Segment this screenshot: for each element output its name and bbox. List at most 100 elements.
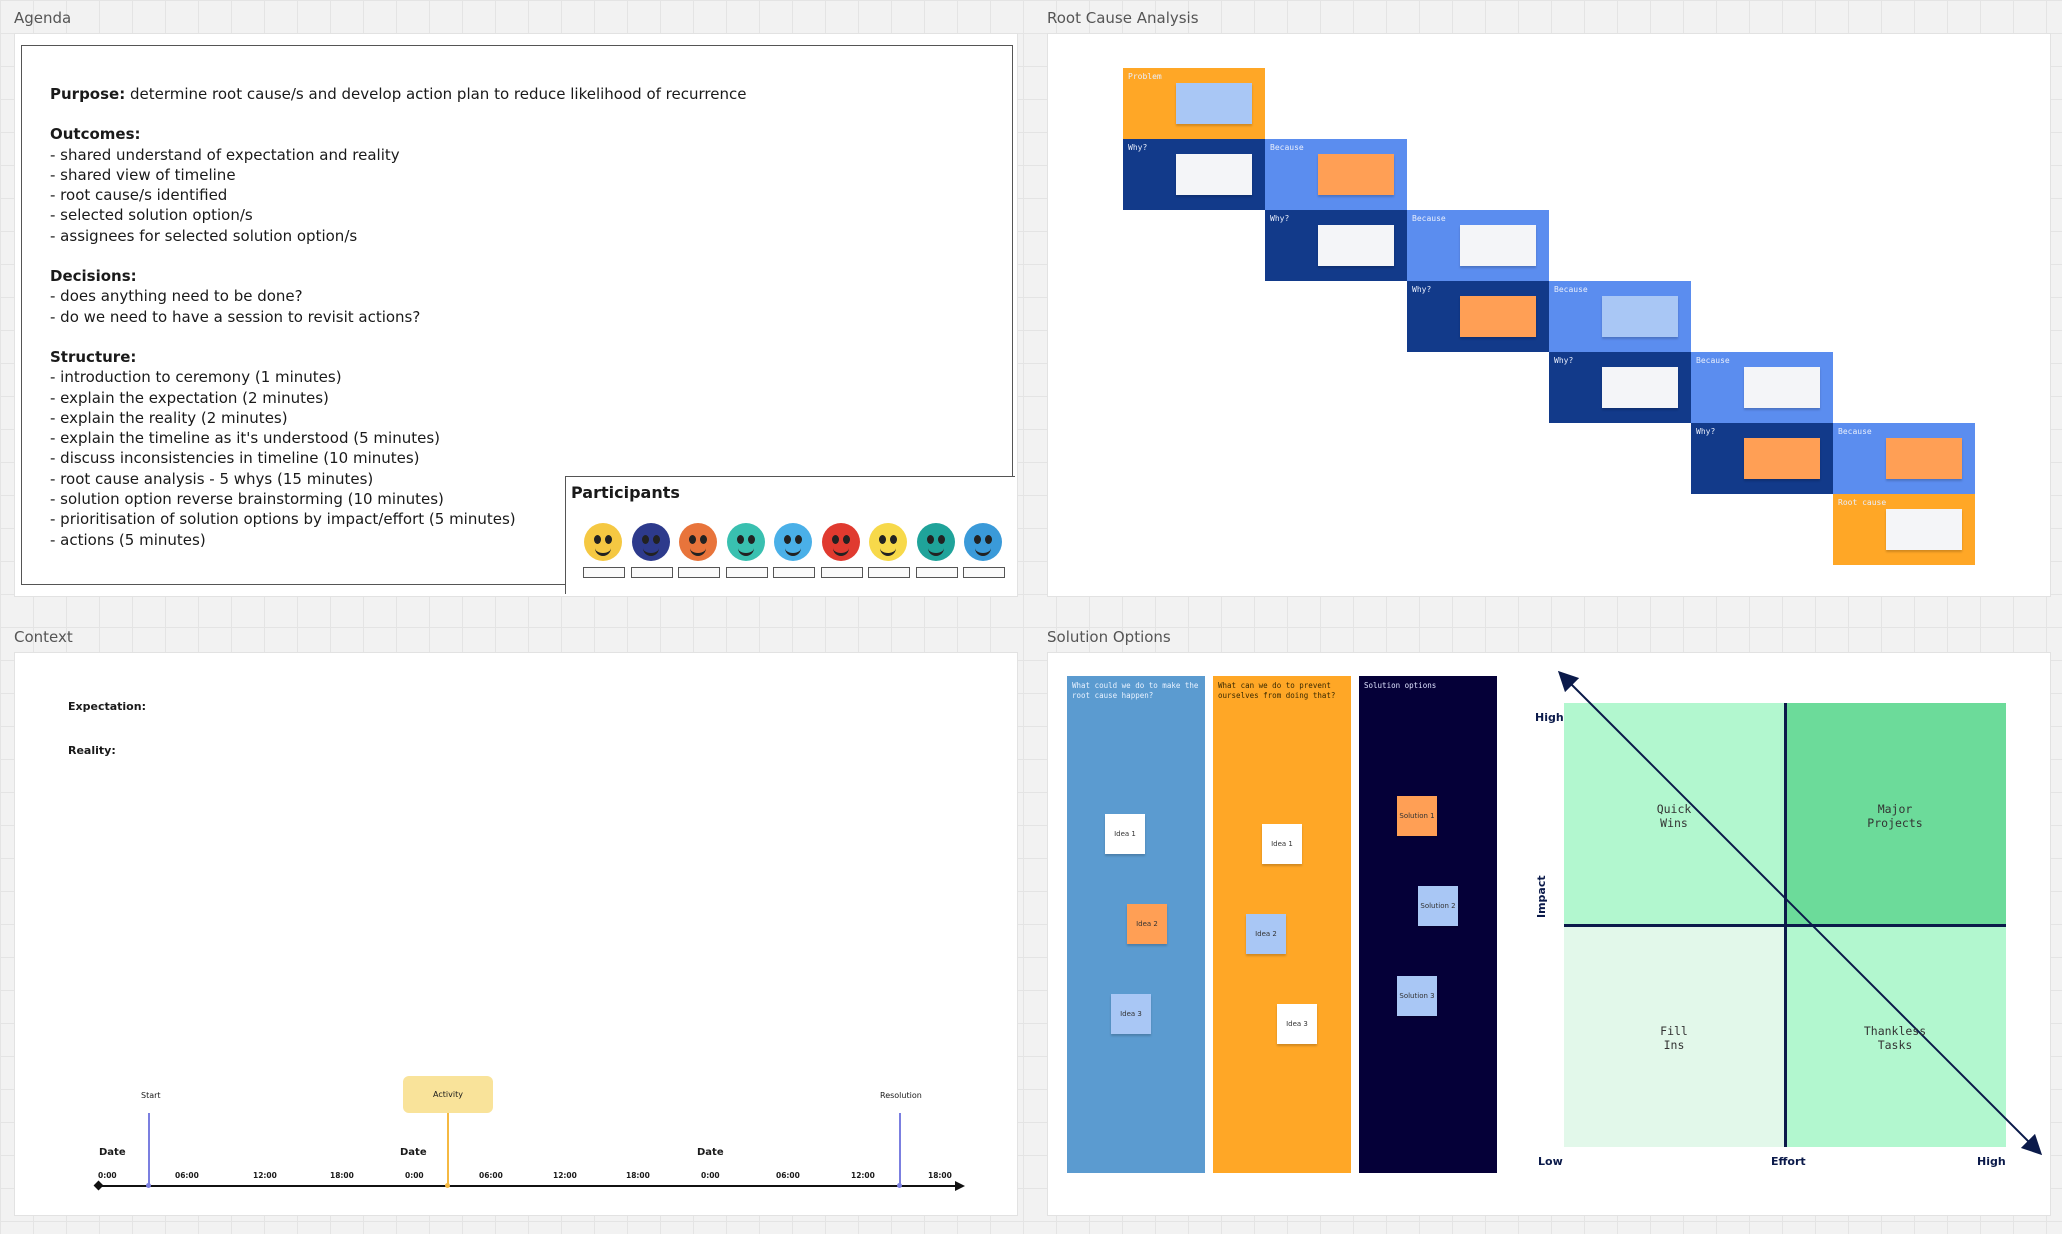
frame-title-solutions[interactable]: Solution Options [1047,628,1171,646]
sticky-note[interactable] [1602,296,1678,337]
because-cell[interactable]: Because [1265,139,1407,210]
sticky-note[interactable] [1886,509,1962,550]
participant-name-slot[interactable] [678,567,720,578]
frame-title-context[interactable]: Context [14,628,73,646]
idea-note[interactable]: Idea 2 [1127,904,1167,944]
why-cell[interactable]: Why? [1549,352,1691,423]
cell-label: Why? [1412,285,1432,294]
participant-name-slot[interactable] [963,567,1005,578]
participant-name-slot[interactable] [630,567,673,578]
frame-title-agenda[interactable]: Agenda [14,9,71,27]
column-prevent[interactable]: What can we do to prevent ourselves from… [1213,676,1351,1173]
why-cell[interactable]: Why? [1123,139,1265,210]
expectation-label[interactable]: Expectation: [68,700,146,713]
avatar-mouth [642,548,659,556]
why-cell[interactable]: Why? [1265,210,1407,281]
participant-avatar[interactable] [964,523,1002,561]
agenda-frame[interactable]: Purpose: determine root cause/s and deve… [14,33,1018,597]
idea-note[interactable]: Idea 1 [1105,814,1145,854]
sticky-note[interactable] [1176,154,1252,195]
solution-note[interactable]: Solution 3 [1397,976,1437,1016]
timeline-time-label[interactable]: 12:00 [253,1171,277,1180]
thankless-tasks-label[interactable]: Thankless Tasks [1850,1024,1940,1052]
impact-axis-label[interactable]: Impact [1535,875,1548,918]
participants-panel[interactable]: Participants [565,476,1015,594]
context-frame[interactable]: Expectation: Reality: Start Activity Res… [14,652,1018,1216]
timeline-time-label[interactable]: 12:00 [553,1171,577,1180]
participant-avatar[interactable] [726,523,765,561]
sticky-note[interactable] [1460,225,1536,266]
date-label-2[interactable]: Date [400,1147,427,1158]
root-cause-cell[interactable]: Root cause [1833,494,1975,565]
why-cell[interactable]: Why? [1691,423,1833,494]
participant-name-slot[interactable] [773,567,815,578]
because-cell[interactable]: Because [1549,281,1691,352]
timeline-time-label[interactable]: 06:00 [776,1171,800,1180]
sticky-note[interactable] [1176,83,1252,124]
participant-name-slot[interactable] [583,567,625,578]
participant-name-slot[interactable] [820,567,863,578]
sticky-note[interactable] [1744,367,1820,408]
structure-label: Structure: [50,347,137,366]
sticky-note[interactable] [1886,438,1962,479]
because-cell[interactable]: Because [1833,423,1975,494]
rca-frame[interactable]: Problem Why? Because Why? Because Why? Because… [1047,33,2051,597]
resolution-label[interactable]: Resolution [880,1091,922,1100]
impact-high-label[interactable]: High [1535,711,1564,724]
because-cell[interactable]: Because [1691,352,1833,423]
timeline-time-label[interactable]: 18:00 [928,1171,952,1180]
sticky-note[interactable] [1318,154,1394,195]
problem-cell[interactable]: Problem [1123,68,1265,139]
reality-label[interactable]: Reality: [68,744,116,757]
cell-label: Because [1838,427,1872,436]
timeline-time-label[interactable]: 0:00 [405,1171,424,1180]
timeline-time-label[interactable]: 12:00 [851,1171,875,1180]
date-label-1[interactable]: Date [99,1147,126,1158]
purpose-label: Purpose: [50,85,126,103]
participant-name-slot[interactable] [915,567,958,578]
solution-note[interactable]: Solution 2 [1418,886,1458,926]
quick-wins-label[interactable]: Quick Wins [1634,802,1714,830]
participant-avatar[interactable] [821,523,860,561]
because-cell[interactable]: Because [1407,210,1549,281]
idea-note[interactable]: Idea 3 [1111,994,1151,1034]
decision-item: - do we need to have a session to revisi… [50,307,421,326]
sticky-note[interactable] [1602,367,1678,408]
sticky-note[interactable] [1318,225,1394,266]
participant-avatar[interactable] [916,523,955,561]
agenda-text-box[interactable]: Purpose: determine root cause/s and deve… [21,45,1015,594]
major-projects-label[interactable]: Major Projects [1855,802,1935,830]
column-make-root-cause[interactable]: What could we do to make the root cause … [1067,676,1205,1173]
date-label-3[interactable]: Date [697,1147,724,1158]
fill-ins-label[interactable]: Fill Ins [1634,1024,1714,1052]
participant-avatar[interactable] [869,523,907,561]
participant-avatar[interactable] [774,523,812,561]
timeline-time-label[interactable]: 18:00 [626,1171,650,1180]
frame-title-rca[interactable]: Root Cause Analysis [1047,9,1199,27]
avatar-mouth [595,548,611,556]
timeline-time-label[interactable]: 0:00 [701,1171,720,1180]
timeline-time-label[interactable]: 18:00 [330,1171,354,1180]
solution-note[interactable]: Solution 1 [1397,796,1437,836]
idea-note[interactable]: Idea 3 [1277,1004,1317,1044]
idea-note[interactable]: Idea 2 [1246,914,1286,954]
effort-low-label[interactable]: Low [1538,1155,1563,1168]
activity-card[interactable]: Activity [403,1076,493,1113]
participant-name-slot[interactable] [725,567,768,578]
sticky-note[interactable] [1460,296,1536,337]
column-solution-options[interactable]: Solution options Solution 1 Solution 2 S… [1359,676,1497,1173]
timeline-time-label[interactable]: 06:00 [479,1171,503,1180]
effort-axis-label[interactable]: Effort [1771,1155,1806,1168]
why-cell[interactable]: Why? [1407,281,1549,352]
idea-note[interactable]: Idea 1 [1262,824,1302,864]
timeline-time-label[interactable]: 0:00 [98,1171,117,1180]
start-label[interactable]: Start [141,1091,161,1100]
participant-avatar[interactable] [679,523,717,561]
participant-avatar[interactable] [584,523,622,561]
effort-high-label[interactable]: High [1977,1155,2006,1168]
timeline-time-label[interactable]: 06:00 [175,1171,199,1180]
sticky-note[interactable] [1744,438,1820,479]
start-marker-line [148,1113,150,1186]
participant-avatar[interactable] [631,523,670,561]
participant-name-slot[interactable] [868,567,910,578]
